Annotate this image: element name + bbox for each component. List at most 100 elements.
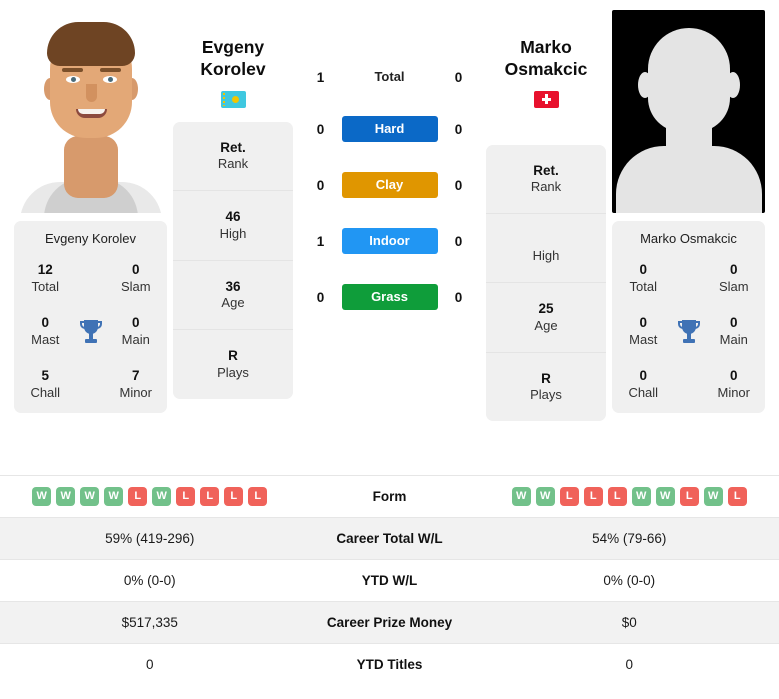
surface-pill-indoor[interactable]: Indoor [341, 228, 438, 254]
h2h-surface-label[interactable]: Hard [341, 116, 438, 142]
left-player-name-block[interactable]: Evgeny Korolev [173, 10, 293, 108]
form-badge-win[interactable]: W [703, 487, 723, 506]
surface-pill-grass[interactable]: Grass [341, 284, 438, 310]
form-badge-win[interactable]: W [655, 487, 675, 506]
right-player-info-card: Ret. Rank High 25 Age R Plays [486, 144, 606, 421]
form-badge-win[interactable]: W [535, 487, 555, 506]
right-titles-mast: 0 Mast [629, 315, 658, 347]
left-titles-chall: 5 Chall [30, 368, 61, 401]
h2h-row-grass: 0 Grass 0 [293, 284, 486, 310]
h2h-right-value: 0 [454, 177, 463, 193]
h2h-row-indoor: 1 Indoor 0 [293, 228, 486, 254]
h2h-left-value: 0 [316, 177, 325, 193]
h2h-left-value: 0 [316, 289, 325, 305]
right-age-row: 25 Age [486, 283, 606, 353]
form-badge-win[interactable]: W [631, 487, 651, 506]
table-row: $517,335 Career Prize Money $0 [0, 601, 779, 643]
left-high-row: 46 High [173, 191, 293, 261]
form-badge-loss[interactable]: L [224, 487, 244, 506]
right-titles-slam: 0 Slam [718, 262, 749, 294]
right-player-last-name: Osmakcic [504, 59, 588, 80]
right-player-titles-card: Marko Osmakcic 0 Total 0 Slam 0 Mast 0 M… [612, 221, 765, 414]
right-form-list: WWLLLWWLWL [480, 487, 779, 506]
form-badge-loss[interactable]: L [607, 487, 627, 506]
form-badge-win[interactable]: W [152, 487, 172, 506]
left-player-stat-value: 59% (419-296) [105, 531, 195, 546]
form-badge-loss[interactable]: L [200, 487, 220, 506]
form-badge-win[interactable]: W [80, 487, 100, 506]
form-badge-loss[interactable]: L [727, 487, 747, 506]
h2h-right-value: 0 [454, 233, 463, 249]
left-titles-slam: 0 Slam [120, 262, 151, 294]
right-titles-main: 0 Main [719, 315, 748, 347]
stat-row-label: Form [372, 489, 407, 504]
left-player-column: Evgeny Korolev 12 Total 0 Slam 0 Mast 0 … [8, 10, 173, 414]
left-rank-row: Ret. Rank [173, 122, 293, 192]
form-badge-loss[interactable]: L [176, 487, 196, 506]
h2h-right-value: 0 [454, 121, 463, 137]
h2h-right-value: 0 [454, 289, 463, 305]
form-badge-win[interactable]: W [56, 487, 76, 506]
trophy-icon [669, 318, 709, 346]
form-badge-win[interactable]: W [32, 487, 52, 506]
right-high-row: High [486, 214, 606, 284]
kazakhstan-flag-icon [220, 90, 246, 108]
left-titles-mast: 0 Mast [31, 315, 60, 347]
comparison-header: Evgeny Korolev 12 Total 0 Slam 0 Mast 0 … [0, 0, 779, 475]
form-badge-loss[interactable]: L [128, 487, 148, 506]
left-titles-grid: 12 Total 0 Slam 0 Mast 0 Main 5 Chall 7 … [20, 262, 161, 401]
trophy-icon [71, 318, 111, 346]
right-player-name-block[interactable]: Marko Osmakcic [486, 10, 606, 108]
left-player-info-column: Evgeny Korolev Ret. Rank 46 High 36 Age … [173, 10, 293, 399]
h2h-left-value: 1 [316, 69, 325, 85]
h2h-surface-label[interactable]: Indoor [341, 228, 438, 254]
h2h-row-total: 1 Total 0 [293, 68, 486, 86]
stat-row-label: YTD Titles [356, 657, 423, 672]
surface-pill-clay[interactable]: Clay [341, 172, 438, 198]
left-age-row: 36 Age [173, 261, 293, 331]
surface-pill-hard[interactable]: Hard [341, 116, 438, 142]
right-titles-minor: 0 Minor [717, 368, 750, 401]
right-player-first-name: Marko [520, 37, 572, 57]
h2h-surface-label[interactable]: Grass [341, 284, 438, 310]
stats-table: W W W W L W L L L L Form W W L L L W W L W L 59% (419-296) Car… [0, 475, 779, 685]
left-player-stat-value: WWWWLWLLLL [0, 487, 300, 506]
left-player-first-name: Evgeny [201, 37, 265, 57]
stat-row-label: Career Total W/L [336, 531, 443, 546]
left-titles-total: 12 Total [31, 262, 59, 294]
stat-row-label: Career Prize Money [326, 615, 453, 630]
left-player-info-card: Ret. Rank 46 High 36 Age R Plays [173, 121, 293, 399]
left-player-photo[interactable] [14, 10, 167, 213]
h2h-row-hard: 0 Hard 0 [293, 116, 486, 142]
form-badge-win[interactable]: W [511, 487, 531, 506]
h2h-left-value: 1 [316, 233, 325, 249]
player-comparison-page: Evgeny Korolev 12 Total 0 Slam 0 Mast 0 … [0, 0, 779, 699]
h2h-right-value: 0 [454, 69, 463, 85]
form-badge-loss[interactable]: L [248, 487, 268, 506]
right-titles-grid: 0 Total 0 Slam 0 Mast 0 Main 0 Chall 0 M… [618, 262, 759, 401]
player-portrait-illustration [14, 10, 167, 213]
placeholder-avatar-icon [612, 10, 765, 213]
h2h-surface-label: Total [342, 68, 438, 86]
form-badge-loss[interactable]: L [559, 487, 579, 506]
form-badge-loss[interactable]: L [583, 487, 603, 506]
left-player-stat-value: 0 [145, 657, 154, 672]
table-row: 0% (0-0) YTD W/L 0% (0-0) [0, 559, 779, 601]
form-badge-loss[interactable]: L [679, 487, 699, 506]
left-plays-row: R Plays [217, 348, 249, 380]
left-player-titles-card: Evgeny Korolev 12 Total 0 Slam 0 Mast 0 … [14, 221, 167, 414]
table-row: 0 YTD Titles 0 [0, 643, 779, 685]
left-player-stat-value: $517,335 [121, 615, 178, 630]
right-player-photo[interactable] [612, 10, 765, 213]
form-badge-win[interactable]: W [104, 487, 124, 506]
left-player-card-name: Evgeny Korolev [44, 231, 137, 246]
left-player-last-name: Korolev [200, 59, 266, 80]
table-row: W W W W L W L L L L Form W W L L L W W L W L [0, 475, 779, 517]
right-titles-total: 0 Total [629, 262, 657, 294]
right-player-stat-value: $0 [621, 615, 637, 630]
right-player-info-column: Marko Osmakcic Ret. Rank High 25 Age R P… [486, 10, 606, 421]
h2h-surface-label[interactable]: Clay [341, 172, 438, 198]
right-plays-row: R Plays [530, 370, 562, 403]
h2h-total-label: Total [374, 69, 405, 84]
left-player-stat-value: 0% (0-0) [123, 573, 176, 588]
